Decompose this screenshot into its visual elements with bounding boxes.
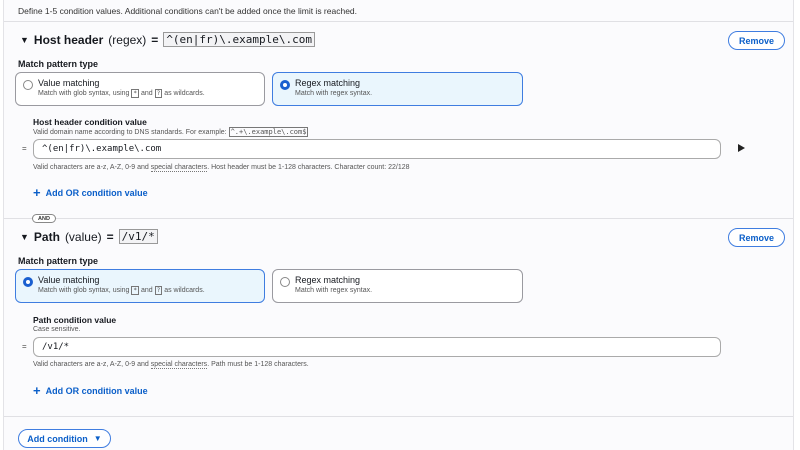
regex-matching-option[interactable]: Regex matching Match with regex syntax. xyxy=(272,72,523,106)
value-help: Valid characters are a-z, A-Z, 0-9 and s… xyxy=(33,361,309,369)
match-pattern-label: Match pattern type xyxy=(18,256,99,266)
desc-text: Match with glob syntax, using xyxy=(38,90,130,97)
desc-text: as wildcards. xyxy=(164,287,205,294)
desc-text: Match with glob syntax, using xyxy=(38,287,130,294)
equals-sign: = xyxy=(151,32,159,47)
regex-matching-option[interactable]: Regex matching Match with regex syntax. xyxy=(272,269,523,303)
description: Define 1-5 condition values. Additional … xyxy=(18,6,358,16)
conditions-panel: Define 1-5 condition values. Additional … xyxy=(3,0,794,450)
wildcard-question: ? xyxy=(154,286,163,295)
option-title: Value matching xyxy=(38,78,100,88)
add-condition-button[interactable]: Add condition ▼ xyxy=(18,429,111,448)
option-title: Regex matching xyxy=(295,275,361,285)
option-description: Match with glob syntax, using * and ? as… xyxy=(38,286,264,295)
add-or-condition-value-button[interactable]: + Add OR condition value xyxy=(33,185,148,200)
divider xyxy=(4,21,793,22)
condition-summary-value: /v1/* xyxy=(118,229,158,244)
wildcard-question: ? xyxy=(154,89,163,98)
value-label: Path condition value xyxy=(33,315,117,325)
path-value-input[interactable]: /v1/* xyxy=(33,337,721,357)
condition-header-path[interactable]: ▼ Path (value) = /v1/* xyxy=(20,229,158,244)
condition-header-host[interactable]: ▼ Host header (regex) = ^(en|fr)\.exampl… xyxy=(20,32,316,47)
value-label: Host header condition value xyxy=(33,117,147,127)
equals-prefix: = xyxy=(22,342,27,351)
value-hint: Case sensitive. xyxy=(33,326,81,333)
remove-button[interactable]: Remove xyxy=(728,228,785,247)
caret-down-icon: ▼ xyxy=(20,34,29,45)
condition-summary-value: ^(en|fr)\.example\.com xyxy=(163,32,316,47)
condition-mode: (regex) xyxy=(108,32,147,47)
option-title: Value matching xyxy=(38,275,100,285)
special-characters-link[interactable]: special characters xyxy=(150,164,208,172)
hint-text: Valid domain name according to DNS stand… xyxy=(33,129,227,136)
value-matching-option[interactable]: Value matching Match with glob syntax, u… xyxy=(15,269,265,303)
hint-example: ^.+\.example\.com$ xyxy=(228,127,309,137)
help-text: . Path must be 1-128 characters. xyxy=(207,361,309,368)
plus-icon: + xyxy=(33,383,41,398)
mouse-cursor-icon xyxy=(738,144,745,152)
help-text: . Host header must be 1-128 characters. … xyxy=(207,164,410,171)
condition-title: Path xyxy=(33,229,60,244)
value-help: Valid characters are a-z, A-Z, 0-9 and s… xyxy=(33,164,410,172)
desc-text: as wildcards. xyxy=(164,90,205,97)
divider xyxy=(4,218,793,219)
desc-text: and xyxy=(140,90,153,97)
help-text: Valid characters are a-z, A-Z, 0-9 and xyxy=(33,361,149,368)
match-pattern-label: Match pattern type xyxy=(18,59,99,69)
option-title: Regex matching xyxy=(295,78,361,88)
remove-button[interactable]: Remove xyxy=(728,31,785,50)
help-text: Valid characters are a-z, A-Z, 0-9 and xyxy=(33,164,149,171)
special-characters-link[interactable]: special characters xyxy=(150,361,208,369)
button-label: Add condition xyxy=(27,433,88,444)
radio-button-selected[interactable] xyxy=(23,277,33,287)
caret-down-icon: ▼ xyxy=(93,434,102,443)
wildcard-star: * xyxy=(131,286,140,295)
caret-down-icon: ▼ xyxy=(20,231,29,242)
option-description: Match with regex syntax. xyxy=(295,287,373,294)
plus-icon: + xyxy=(33,185,41,200)
option-description: Match with glob syntax, using * and ? as… xyxy=(38,89,264,98)
value-matching-option[interactable]: Value matching Match with glob syntax, u… xyxy=(15,72,265,106)
condition-mode: (value) xyxy=(64,229,102,244)
button-label: Add OR condition value xyxy=(45,187,148,198)
button-label: Add OR condition value xyxy=(45,385,148,396)
value-hint: Valid domain name according to DNS stand… xyxy=(33,127,309,137)
condition-title: Host header xyxy=(33,32,104,47)
equals-prefix: = xyxy=(22,144,27,153)
radio-button[interactable] xyxy=(23,80,33,90)
add-or-condition-value-button[interactable]: + Add OR condition value xyxy=(33,383,148,398)
radio-button-selected[interactable] xyxy=(280,80,290,90)
desc-text: and xyxy=(140,287,153,294)
radio-button[interactable] xyxy=(280,277,290,287)
option-description: Match with regex syntax. xyxy=(295,90,373,97)
wildcard-star: * xyxy=(131,89,140,98)
and-badge: AND xyxy=(32,214,56,223)
divider xyxy=(4,416,793,417)
equals-sign: = xyxy=(106,229,114,244)
host-header-value-input[interactable]: ^(en|fr)\.example\.com xyxy=(33,139,721,159)
